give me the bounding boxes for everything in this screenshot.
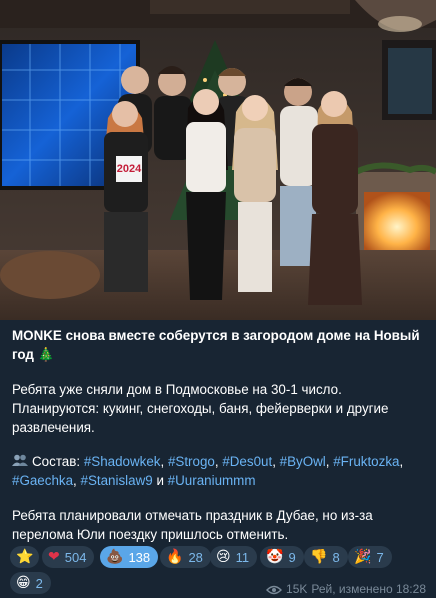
reaction-count: 504 [64, 549, 87, 565]
reaction-count: 11 [235, 549, 250, 565]
reaction-count: 7 [376, 549, 384, 565]
post-meta: 15K Рей, изменено 18:28 [266, 582, 426, 596]
reaction-count: 2 [35, 575, 43, 591]
poop-icon: 💩 [106, 549, 124, 565]
party-popper-icon: 🎉 [354, 549, 372, 565]
grinning-face-icon: 😁 [16, 575, 31, 591]
fire-icon: 🔥 [166, 549, 184, 565]
group-photo-illustration: 2024 [0, 0, 436, 320]
post-title: MONKE снова вместе соберутся в загородом… [12, 326, 424, 364]
crying-face-icon: 😢 [216, 549, 231, 565]
thumbs-down-icon: 👎 [310, 549, 328, 565]
clown-icon: 🤡 [266, 549, 284, 565]
reaction-heart[interactable]: ❤ 504 [42, 546, 95, 568]
cast-and-word: и [156, 473, 164, 488]
reaction-grinning[interactable]: 😁 2 [10, 572, 51, 594]
heart-icon: ❤ [48, 549, 60, 565]
post-paragraph-plans: Ребята уже сняли дом в Подмосковье на 30… [12, 382, 389, 435]
post-paragraph-cast: Состав: #Shadowkek, #Strogo, #Des0ut, #B… [12, 452, 404, 488]
people-icon [12, 452, 28, 471]
reaction-count: 138 [128, 549, 151, 565]
hashtag-uuraniummm[interactable]: #Uuraniummm [168, 473, 256, 488]
post-title-text: MONKE снова вместе соберутся в загородом… [12, 328, 420, 362]
author-edited: Рей, изменено 18:28 [311, 582, 426, 596]
hashtag-stanislaw9[interactable]: #Stanislaw9 [81, 473, 153, 488]
reaction-crying[interactable]: 😢 11 [210, 546, 258, 568]
cast-label: Состав: [32, 454, 81, 469]
reaction-count: 9 [288, 549, 296, 565]
reaction-party[interactable]: 🎉 7 [348, 546, 392, 568]
reaction-fire[interactable]: 🔥 28 [160, 546, 211, 568]
channel-post: 2024 MONKE снова вместе соберутся в заго… [0, 0, 436, 598]
post-paragraph-dubai: Ребята планировали отмечать праздник в Д… [12, 508, 373, 542]
hashtag-gaechka[interactable]: #Gaechka [12, 473, 73, 488]
views-count: 15K [286, 582, 308, 596]
star-icon: ⭐ [16, 549, 34, 565]
hashtag-byowl[interactable]: #ByOwl [280, 454, 326, 469]
reaction-thumbs-down[interactable]: 👎 8 [304, 546, 348, 568]
reaction-count: 8 [332, 549, 340, 565]
hashtag-fruktozka[interactable]: #Fruktozka [333, 454, 399, 469]
hashtag-des0ut[interactable]: #Des0ut [222, 454, 272, 469]
post-photo[interactable]: 2024 [0, 0, 436, 320]
reaction-poop[interactable]: 💩 138 [100, 546, 159, 568]
reaction-clown[interactable]: 🤡 9 [260, 546, 304, 568]
eye-icon [266, 584, 283, 595]
hashtag-shadowkek[interactable]: #Shadowkek [84, 454, 161, 469]
hashtag-strogo[interactable]: #Strogo [168, 454, 215, 469]
reaction-star[interactable]: ⭐ [10, 546, 40, 568]
christmas-tree-icon: 🎄 [37, 347, 55, 362]
reaction-count: 28 [188, 549, 203, 565]
photo-sign-text: 2024 [117, 163, 142, 175]
